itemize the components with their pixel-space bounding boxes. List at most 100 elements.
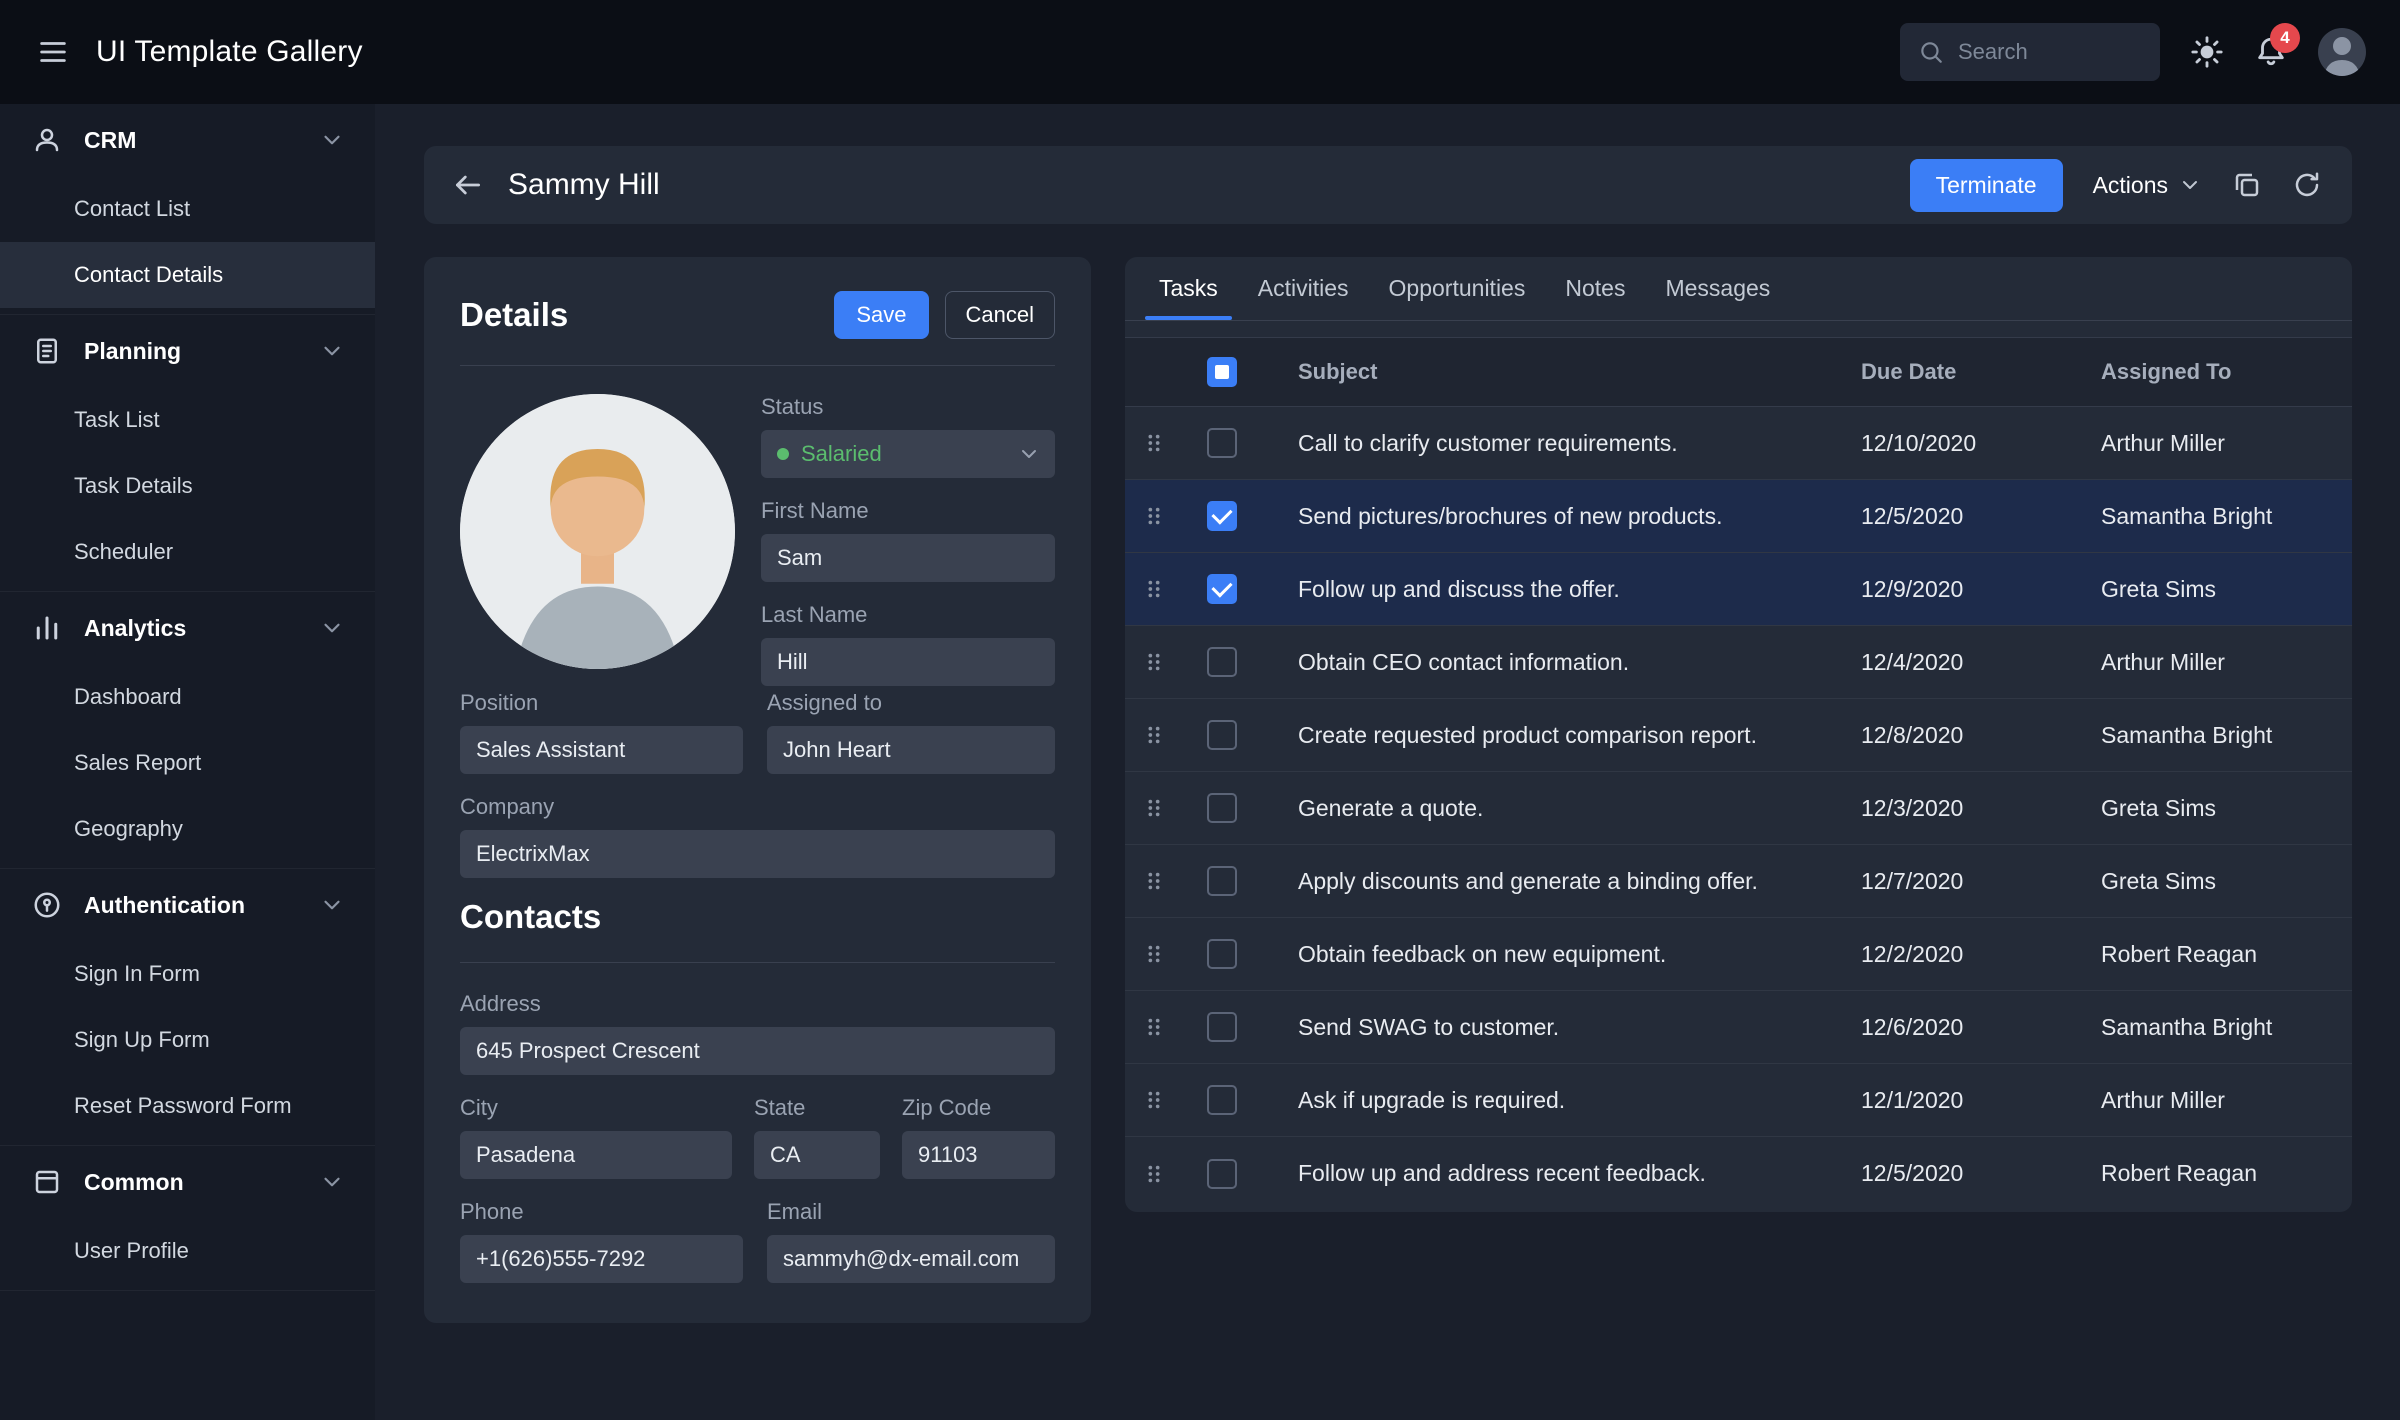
sidebar-item-contact-list[interactable]: Contact List bbox=[0, 176, 375, 242]
refresh-icon[interactable] bbox=[2292, 170, 2322, 200]
row-checkbox[interactable] bbox=[1207, 1012, 1237, 1042]
copy-icon[interactable] bbox=[2232, 170, 2262, 200]
sidebar-group-common[interactable]: Common bbox=[0, 1146, 375, 1218]
task-subject: Send pictures/brochures of new products. bbox=[1261, 503, 1861, 530]
address-field[interactable] bbox=[460, 1027, 1055, 1075]
tasks-panel: TasksActivitiesOpportunitiesNotesMessage… bbox=[1125, 257, 2352, 1212]
search-input[interactable] bbox=[1958, 39, 2142, 65]
address-label: Address bbox=[460, 991, 1055, 1017]
tab-notes[interactable]: Notes bbox=[1545, 257, 1645, 320]
task-row[interactable]: Follow up and address recent feedback. 1… bbox=[1125, 1137, 2352, 1210]
row-checkbox[interactable] bbox=[1207, 1159, 1237, 1189]
column-header-subject[interactable]: Subject bbox=[1261, 359, 1861, 385]
phone-field[interactable] bbox=[460, 1235, 743, 1283]
sidebar-item-sign-up-form[interactable]: Sign Up Form bbox=[0, 1007, 375, 1073]
user-avatar[interactable] bbox=[2318, 28, 2366, 76]
task-subject: Send SWAG to customer. bbox=[1261, 1014, 1861, 1041]
task-row[interactable]: Send pictures/brochures of new products.… bbox=[1125, 480, 2352, 553]
sidebar-item-scheduler[interactable]: Scheduler bbox=[0, 519, 375, 585]
sidebar-group-authentication[interactable]: Authentication bbox=[0, 869, 375, 941]
row-checkbox[interactable] bbox=[1207, 866, 1237, 896]
sidebar-item-sales-report[interactable]: Sales Report bbox=[0, 730, 375, 796]
clipboard-icon bbox=[32, 336, 62, 366]
search-box[interactable] bbox=[1900, 23, 2160, 81]
row-checkbox[interactable] bbox=[1207, 1085, 1237, 1115]
drag-handle-icon[interactable] bbox=[1125, 797, 1183, 819]
drag-handle-icon[interactable] bbox=[1125, 505, 1183, 527]
topbar: UI Template Gallery 4 bbox=[0, 0, 2400, 104]
state-field[interactable] bbox=[754, 1131, 880, 1179]
sidebar-item-dashboard[interactable]: Dashboard bbox=[0, 664, 375, 730]
status-label: Status bbox=[761, 394, 1055, 420]
task-subject: Obtain feedback on new equipment. bbox=[1261, 941, 1861, 968]
drag-handle-icon[interactable] bbox=[1125, 1163, 1183, 1185]
task-row[interactable]: Create requested product comparison repo… bbox=[1125, 699, 2352, 772]
tab-activities[interactable]: Activities bbox=[1238, 257, 1369, 320]
sidebar-group-crm[interactable]: CRM bbox=[0, 104, 375, 176]
row-checkbox[interactable] bbox=[1207, 939, 1237, 969]
sidebar-item-geography[interactable]: Geography bbox=[0, 796, 375, 862]
task-row[interactable]: Generate a quote. 12/3/2020 Greta Sims bbox=[1125, 772, 2352, 845]
drag-handle-icon[interactable] bbox=[1125, 432, 1183, 454]
position-field[interactable] bbox=[460, 726, 743, 774]
assigned-to-field[interactable] bbox=[767, 726, 1055, 774]
row-checkbox[interactable] bbox=[1207, 647, 1237, 677]
tab-tasks[interactable]: Tasks bbox=[1139, 257, 1238, 320]
sidebar-item-contact-details[interactable]: Contact Details bbox=[0, 242, 375, 308]
drag-handle-icon[interactable] bbox=[1125, 1089, 1183, 1111]
cancel-button[interactable]: Cancel bbox=[945, 291, 1055, 339]
row-checkbox[interactable] bbox=[1207, 793, 1237, 823]
drag-handle-icon[interactable] bbox=[1125, 578, 1183, 600]
tab-messages[interactable]: Messages bbox=[1645, 257, 1790, 320]
column-header-due-date[interactable]: Due Date bbox=[1861, 359, 2101, 385]
task-row[interactable]: Obtain feedback on new equipment. 12/2/2… bbox=[1125, 918, 2352, 991]
terminate-button[interactable]: Terminate bbox=[1910, 159, 2063, 212]
sidebar-item-task-list[interactable]: Task List bbox=[0, 387, 375, 453]
actions-dropdown-button[interactable]: Actions bbox=[2093, 172, 2202, 199]
page-header-actions: Terminate Actions bbox=[1910, 159, 2322, 212]
task-row[interactable]: Follow up and discuss the offer. 12/9/20… bbox=[1125, 553, 2352, 626]
task-assigned-to: Greta Sims bbox=[2101, 576, 2352, 603]
topbar-actions: 4 bbox=[1900, 23, 2366, 81]
drag-handle-icon[interactable] bbox=[1125, 943, 1183, 965]
drag-handle-icon[interactable] bbox=[1125, 724, 1183, 746]
app-title: UI Template Gallery bbox=[96, 35, 363, 69]
back-arrow-icon[interactable] bbox=[452, 169, 484, 201]
task-row[interactable]: Obtain CEO contact information. 12/4/202… bbox=[1125, 626, 2352, 699]
theme-toggle-sun-icon[interactable] bbox=[2190, 35, 2224, 69]
last-name-field[interactable] bbox=[761, 638, 1055, 686]
task-row[interactable]: Apply discounts and generate a binding o… bbox=[1125, 845, 2352, 918]
column-header-assigned-to[interactable]: Assigned To bbox=[2101, 359, 2352, 385]
bar-chart-icon bbox=[32, 613, 62, 643]
hamburger-menu-icon[interactable] bbox=[36, 35, 70, 69]
row-checkbox[interactable] bbox=[1207, 501, 1237, 531]
row-checkbox[interactable] bbox=[1207, 428, 1237, 458]
row-checkbox[interactable] bbox=[1207, 720, 1237, 750]
chevron-down-icon bbox=[319, 615, 345, 641]
drag-handle-icon[interactable] bbox=[1125, 1016, 1183, 1038]
zip-code-field[interactable] bbox=[902, 1131, 1055, 1179]
city-field[interactable] bbox=[460, 1131, 732, 1179]
row-checkbox[interactable] bbox=[1207, 574, 1237, 604]
task-row[interactable]: Call to clarify customer requirements. 1… bbox=[1125, 407, 2352, 480]
sidebar-group-planning[interactable]: Planning bbox=[0, 315, 375, 387]
drag-handle-icon[interactable] bbox=[1125, 870, 1183, 892]
sidebar-item-task-details[interactable]: Task Details bbox=[0, 453, 375, 519]
save-button[interactable]: Save bbox=[834, 291, 928, 339]
first-name-field[interactable] bbox=[761, 534, 1055, 582]
sidebar-group-analytics[interactable]: Analytics bbox=[0, 592, 375, 664]
task-row[interactable]: Send SWAG to customer. 12/6/2020 Samanth… bbox=[1125, 991, 2352, 1064]
task-due-date: 12/4/2020 bbox=[1861, 649, 2101, 676]
company-field[interactable] bbox=[460, 830, 1055, 878]
task-row[interactable]: Ask if upgrade is required. 12/1/2020 Ar… bbox=[1125, 1064, 2352, 1137]
drag-handle-icon[interactable] bbox=[1125, 651, 1183, 673]
tab-opportunities[interactable]: Opportunities bbox=[1369, 257, 1546, 320]
sidebar-item-user-profile[interactable]: User Profile bbox=[0, 1218, 375, 1284]
status-select[interactable]: Salaried bbox=[761, 430, 1055, 478]
tasks-tabs: TasksActivitiesOpportunitiesNotesMessage… bbox=[1125, 257, 2352, 321]
task-due-date: 12/3/2020 bbox=[1861, 795, 2101, 822]
email-field[interactable] bbox=[767, 1235, 1055, 1283]
select-all-checkbox[interactable] bbox=[1207, 357, 1237, 387]
sidebar-item-reset-password-form[interactable]: Reset Password Form bbox=[0, 1073, 375, 1139]
sidebar-item-sign-in-form[interactable]: Sign In Form bbox=[0, 941, 375, 1007]
